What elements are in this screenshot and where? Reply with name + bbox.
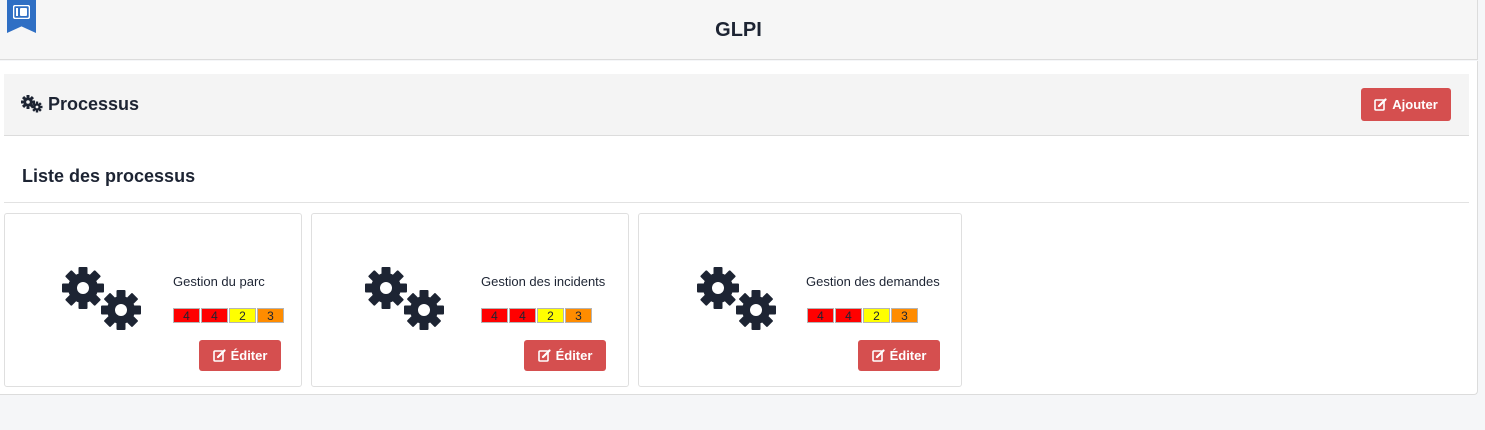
divider [4, 202, 1469, 203]
process-card: Gestion des demandes 4 4 2 3 Éditer [638, 213, 962, 387]
app-title: GLPI [715, 19, 762, 41]
cogs-icon [21, 95, 43, 113]
level-badge: 4 [835, 308, 862, 323]
card-title: Gestion des incidents [481, 274, 606, 289]
level-badge: 4 [481, 308, 508, 323]
level-badge: 4 [807, 308, 834, 323]
edit-button[interactable]: Éditer [199, 340, 281, 371]
edit-button[interactable]: Éditer [858, 340, 940, 371]
edit-button-label: Éditer [889, 348, 927, 363]
card-title: Gestion du parc [173, 274, 265, 289]
edit-icon [537, 349, 551, 362]
edit-button[interactable]: Éditer [524, 340, 606, 371]
process-card: Gestion des incidents 4 4 2 3 Éditer [311, 213, 629, 387]
list-title: Liste des processus [22, 166, 196, 186]
edit-icon [212, 349, 226, 362]
level-badge: 4 [201, 308, 228, 323]
edit-icon [1374, 98, 1387, 111]
level-badge: 3 [891, 308, 918, 323]
cogs-icon [697, 267, 776, 330]
edit-button-label: Éditer [230, 348, 268, 363]
level-badge: 3 [565, 308, 592, 323]
level-badge: 4 [173, 308, 200, 323]
add-button[interactable]: Ajouter [1361, 88, 1451, 121]
level-badge: 3 [257, 308, 284, 323]
cogs-icon [365, 267, 444, 330]
cogs-icon [62, 267, 141, 330]
edit-button-label: Éditer [555, 348, 593, 363]
top-bar: GLPI [0, 0, 1478, 60]
add-button-label: Ajouter [1392, 97, 1438, 112]
level-badges: 4 4 2 3 [173, 308, 284, 323]
edit-icon [871, 349, 885, 362]
level-badges: 4 4 2 3 [481, 308, 592, 323]
process-card: Gestion du parc 4 4 2 3 Éditer [4, 213, 302, 387]
section-title: Processus [48, 94, 140, 114]
level-badge: 2 [229, 308, 256, 323]
level-badge: 2 [863, 308, 890, 323]
level-badges: 4 4 2 3 [807, 308, 918, 323]
card-title: Gestion des demandes [806, 274, 940, 289]
level-badge: 4 [509, 308, 536, 323]
process-panel: Processus Ajouter Liste des processus Ge… [0, 61, 1478, 395]
level-badge: 2 [537, 308, 564, 323]
panel-header: Processus Ajouter [4, 74, 1469, 136]
